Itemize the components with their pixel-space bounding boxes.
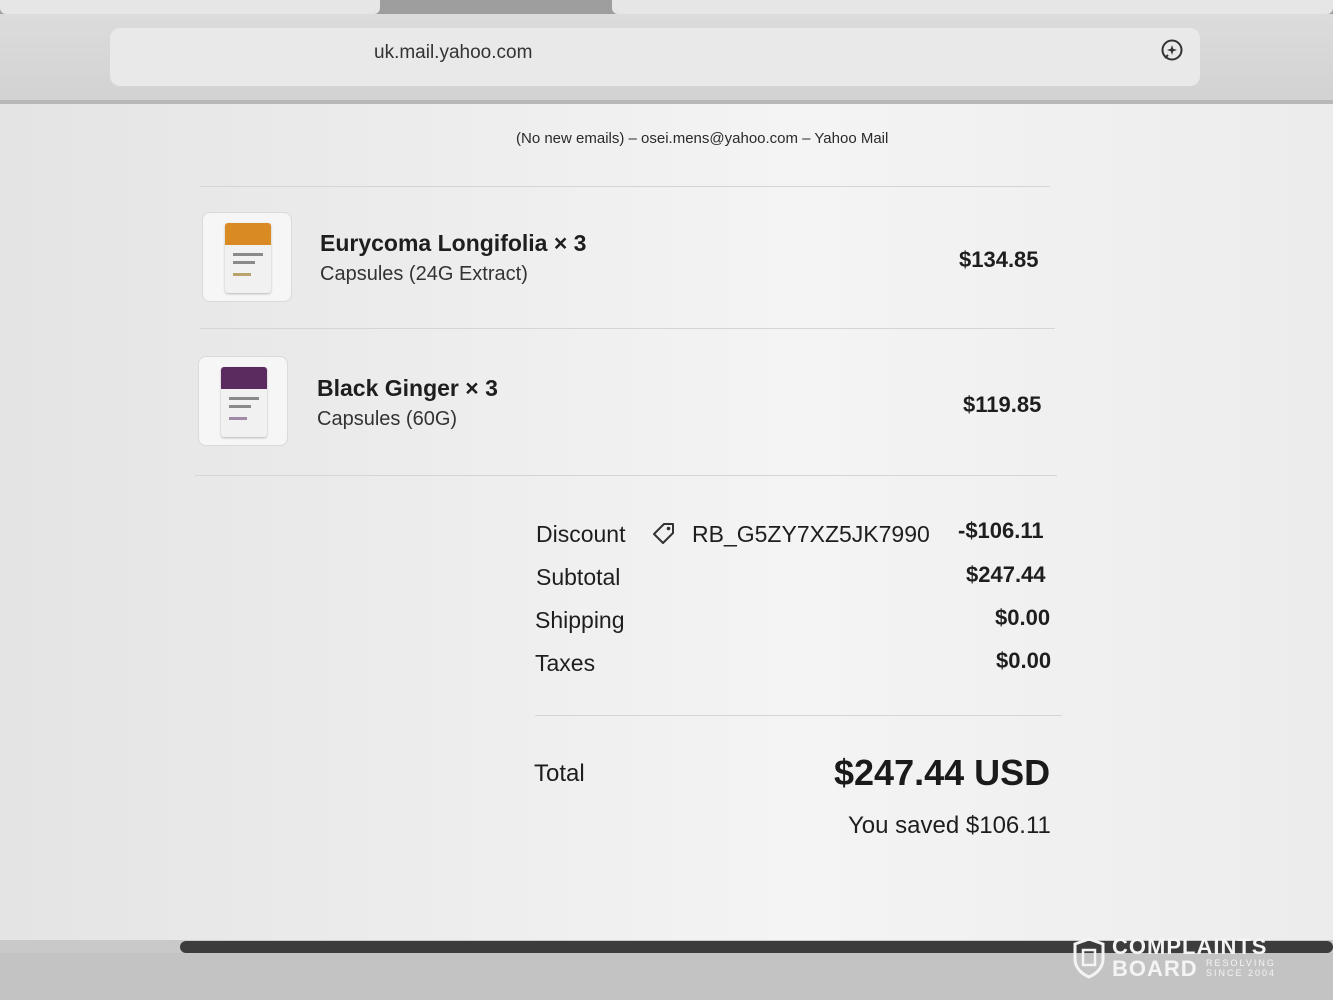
- product-thumbnail: [198, 356, 288, 446]
- total-value: $247.44 USD: [834, 752, 1051, 793]
- divider: [200, 186, 1050, 187]
- pouch-text-line: [233, 273, 251, 276]
- item-price: $119.85: [963, 392, 1042, 417]
- pouch-text-line: [229, 397, 259, 400]
- discount-code: RB_G5ZY7XZ5JK7990: [692, 521, 930, 547]
- subtotal-label: Subtotal: [536, 564, 621, 590]
- item-variant: Capsules (60G): [317, 408, 458, 430]
- item-variant: Capsules (24G Extract): [320, 263, 528, 285]
- shipping-label: Shipping: [535, 607, 625, 633]
- pouch-label-band: [225, 223, 271, 245]
- sparkle-chat-icon[interactable]: [1160, 38, 1184, 62]
- item-price: $134.85: [959, 247, 1039, 272]
- taxes-label: Taxes: [535, 650, 596, 676]
- watermark-tag1: RESOLVING: [1206, 958, 1276, 968]
- item-name: Black Ginger × 3: [317, 375, 498, 401]
- item-name: Eurycoma Longifolia × 3: [320, 230, 587, 256]
- pouch-text-line: [229, 417, 247, 420]
- url-text[interactable]: uk.mail.yahoo.com: [374, 42, 532, 64]
- product-thumbnail: [202, 212, 292, 302]
- taxes-value: $0.00: [996, 648, 1052, 673]
- shield-logo-icon: [1073, 937, 1105, 979]
- watermark-tag2: SINCE 2004: [1206, 968, 1277, 978]
- subtotal-value: $247.44: [966, 562, 1046, 587]
- pouch-text-line: [233, 253, 263, 256]
- address-bar: [0, 14, 1333, 104]
- discount-label: Discount: [536, 521, 626, 547]
- savings-note: You saved $106.11: [848, 812, 1051, 839]
- pouch-text-line: [229, 405, 251, 408]
- mail-window-title: (No new emails) – osei.mens@yahoo.com – …: [516, 130, 889, 147]
- total-label: Total: [534, 760, 585, 787]
- discount-value: -$106.11: [958, 518, 1044, 543]
- shipping-value: $0.00: [995, 605, 1051, 630]
- browser-tab[interactable]: [612, 0, 1333, 14]
- pouch-label-band: [221, 367, 267, 389]
- browser-tab[interactable]: [0, 0, 380, 14]
- pouch-text-line: [233, 261, 255, 264]
- url-field[interactable]: [110, 28, 1200, 86]
- product-pouch-image: [225, 223, 271, 293]
- divider: [200, 328, 1055, 329]
- tag-icon: [653, 523, 674, 544]
- product-pouch-image: [221, 367, 267, 437]
- divider: [195, 475, 1057, 476]
- divider: [535, 715, 1062, 716]
- watermark-line2: BOARD: [1112, 956, 1198, 981]
